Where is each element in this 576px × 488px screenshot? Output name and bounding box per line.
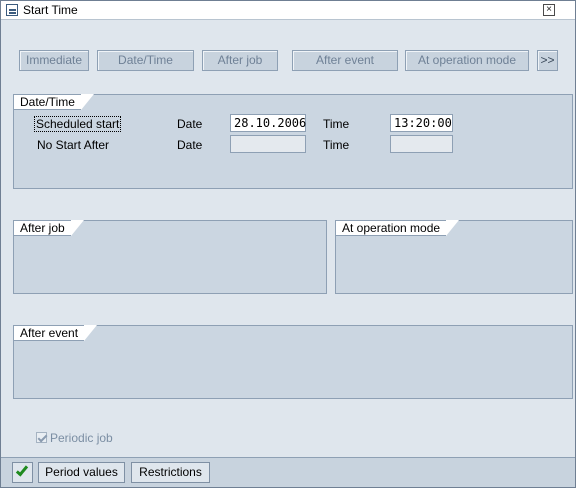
more-options-button[interactable]: >> [537, 50, 558, 71]
start-time-dialog: Start Time × Immediate Date/Time After j… [0, 0, 576, 488]
restrictions-button[interactable]: Restrictions [131, 462, 210, 483]
at-operation-mode-group-title: At operation mode [335, 220, 460, 236]
close-icon[interactable]: × [543, 4, 555, 16]
after-job-group-title: After job [13, 220, 84, 236]
window-title: Start Time [23, 3, 78, 17]
scheduled-date-field[interactable]: 28.10.2006 [230, 114, 306, 132]
after-job-button[interactable]: After job [202, 50, 278, 71]
ok-button[interactable] [12, 462, 33, 483]
period-values-button[interactable]: Period values [38, 462, 125, 483]
at-operation-mode-button[interactable]: At operation mode [405, 50, 529, 71]
footer-toolbar: Period values Restrictions [1, 457, 575, 487]
after-event-button[interactable]: After event [292, 50, 398, 71]
scheduled-start-label: Scheduled start [34, 116, 122, 132]
no-start-after-date-label: Date [177, 138, 203, 152]
date-time-group-title: Date/Time [13, 94, 94, 110]
dialog-icon [6, 4, 18, 16]
checkbox-checked-icon[interactable] [36, 432, 47, 443]
after-event-group: After event [13, 325, 573, 399]
no-start-after-date-field[interactable] [230, 135, 306, 153]
scheduled-time-label: Time [323, 117, 350, 131]
no-start-after-label: No Start After [37, 138, 110, 152]
scheduled-date-label: Date [177, 117, 203, 131]
no-start-after-time-label: Time [323, 138, 350, 152]
at-operation-mode-group: At operation mode [335, 220, 573, 294]
no-start-after-time-field[interactable] [390, 135, 453, 153]
title-bar: Start Time × [1, 1, 575, 20]
periodic-job-label: Periodic job [50, 431, 113, 445]
periodic-job-checkbox[interactable]: Periodic job [36, 431, 113, 445]
immediate-button[interactable]: Immediate [19, 50, 89, 71]
checkmark-icon [15, 463, 29, 477]
after-event-group-title: After event [13, 325, 98, 341]
scheduled-time-field[interactable]: 13:20:00 [390, 114, 453, 132]
after-job-group: After job [13, 220, 327, 294]
date-time-button[interactable]: Date/Time [97, 50, 194, 71]
